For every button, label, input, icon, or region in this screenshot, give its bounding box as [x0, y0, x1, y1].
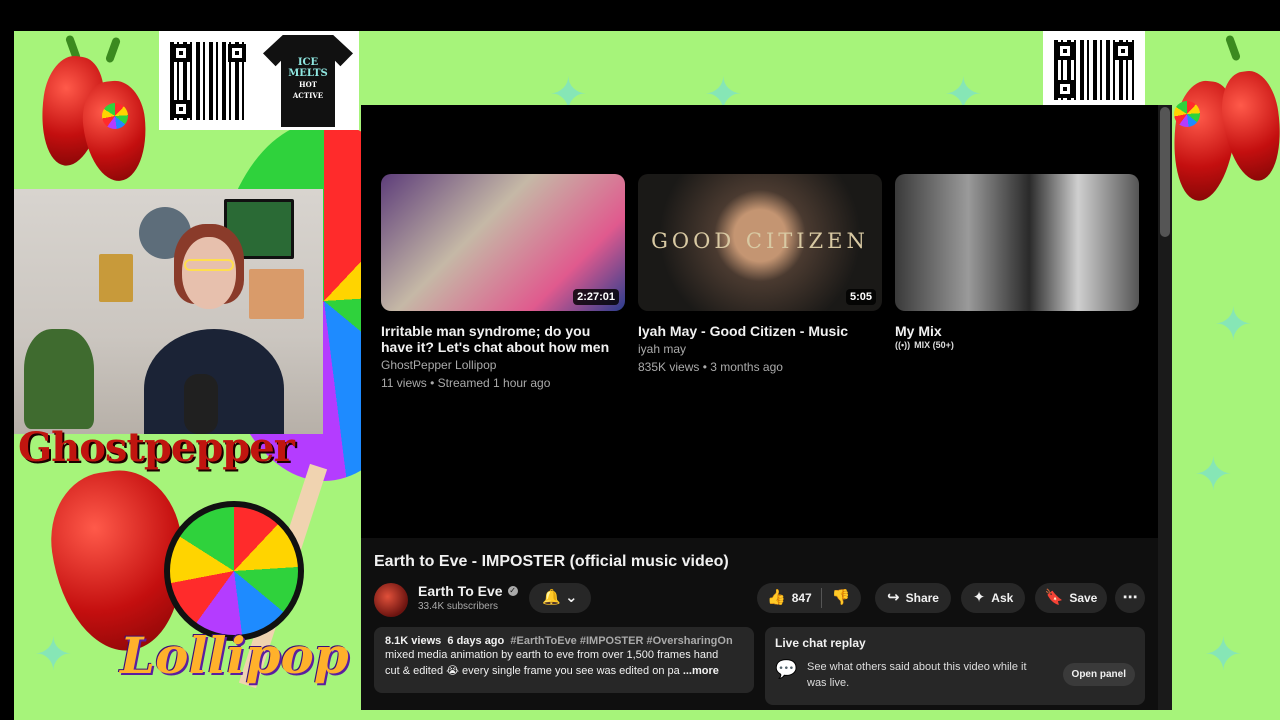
video-duration: 2:27:01 — [573, 289, 619, 305]
more-actions-button[interactable]: ⋯ — [1115, 583, 1145, 613]
video-meta: 11 views • Streamed 1 hour ago — [381, 376, 551, 390]
like-icon: 👍 — [767, 589, 786, 606]
video-endscreen: 2:27:01 Irritable man syndrome; do you h… — [361, 105, 1158, 538]
video-thumbnail[interactable]: 2:27:01 — [381, 174, 625, 311]
video-meta: 835K views • 3 months ago — [638, 360, 783, 374]
qr-code[interactable] — [1051, 37, 1137, 103]
lollipop-logo-image — [164, 501, 304, 641]
webcam-feed — [14, 189, 323, 434]
share-label: Share — [905, 591, 939, 605]
tshirt-text: ICE MELTS HOT ACTIVE — [283, 57, 333, 101]
channel-name-text[interactable]: Earth To Eve — [418, 583, 503, 599]
recommended-video-card[interactable]: 2:27:01 Irritable man syndrome; do you h… — [381, 174, 625, 391]
more-icon: ⋯ — [1122, 589, 1138, 606]
save-label: Save — [1069, 591, 1098, 605]
live-chat-title: Live chat replay — [775, 636, 866, 650]
pepper-image — [78, 78, 152, 184]
wall-art — [249, 269, 304, 319]
verified-icon: ✓ — [507, 586, 518, 596]
thumbnail-text: GOOD CITIZEN — [651, 229, 869, 253]
bookmark-icon: 🔖 — [1044, 589, 1064, 606]
streamer-glasses — [184, 259, 234, 271]
live-chat-row: 💬 See what others said about this video … — [775, 659, 1135, 691]
scrollbar-thumb[interactable] — [1160, 107, 1170, 237]
view-count: 8.1K views — [385, 635, 442, 647]
plant — [24, 329, 94, 429]
notification-button[interactable]: 🔔 ⌄ — [529, 583, 591, 613]
mix-icon: ((•)) — [895, 340, 911, 350]
show-more-link[interactable]: ...more — [683, 665, 719, 677]
sparkle-icon: ✦ — [972, 589, 986, 606]
tshirt-text-line: ICE — [297, 57, 319, 68]
live-chat-text: See what others said about this video wh… — [807, 661, 1027, 689]
description-box[interactable]: 8.1K views 6 days ago #EarthToEve #IMPOS… — [374, 627, 754, 693]
chat-icon: 💬 — [775, 659, 798, 679]
like-count: 847 — [791, 591, 812, 605]
video-title[interactable]: Iyah May - Good Citizen - Music Video — [638, 323, 882, 339]
mix-badge: ((•)) MIX (50+) — [895, 340, 1139, 350]
description-header: 8.1K views 6 days ago #EarthToEve #IMPOS… — [385, 635, 743, 647]
bell-icon: 🔔 — [542, 589, 562, 606]
qr-corner — [1056, 80, 1074, 98]
recommended-video-card[interactable]: GOOD CITIZEN 5:05 Iyah May - Good Citize… — [638, 174, 882, 375]
wall-art — [99, 254, 133, 302]
open-panel-button[interactable]: Open panel — [1062, 663, 1135, 686]
like-dislike-group: 👍 847 👎 — [757, 583, 861, 613]
tshirt-text-line: MELTS — [288, 68, 328, 79]
sparkle-decoration: ✦ — [1204, 628, 1243, 680]
tshirt-text-line: HOT ACTIVE — [292, 80, 324, 100]
qr-corner — [172, 100, 190, 118]
upload-age: 6 days ago — [447, 635, 505, 647]
pepper-stem — [104, 36, 122, 64]
description-line-text: cut & edited 😭 every single frame you se… — [385, 665, 680, 677]
video-title-main: Earth to Eve - IMPOSTER (official music … — [374, 553, 729, 570]
scrollbar[interactable] — [1158, 105, 1172, 710]
youtube-window: 2:27:01 Irritable man syndrome; do you h… — [361, 105, 1172, 710]
share-button[interactable]: ↪ Share — [875, 583, 951, 613]
chevron-down-icon: ⌄ — [565, 589, 578, 606]
merch-qr-panel: ICE MELTS HOT ACTIVE — [159, 31, 359, 130]
qr-corner — [1114, 42, 1132, 60]
dislike-button[interactable]: 👎 — [822, 583, 860, 613]
save-button[interactable]: 🔖 Save — [1035, 583, 1107, 613]
overlay-logo-subtitle: Lollipop — [120, 626, 349, 685]
subscriber-count: 33.4K subscribers — [418, 601, 499, 612]
sparkle-decoration: ✦ — [1194, 448, 1233, 500]
video-title[interactable]: Irritable man syndrome; do you have it? … — [381, 323, 625, 355]
channel-avatar[interactable] — [374, 583, 408, 617]
live-chat-replay-box: Live chat replay 💬 See what others said … — [765, 627, 1145, 705]
channel-name[interactable]: GhostPepper Lollipop — [381, 357, 625, 373]
qr-corner — [228, 44, 246, 62]
qr-panel-right — [1043, 31, 1145, 105]
recommended-mix-card[interactable]: My Mix ((•)) MIX (50+) — [895, 174, 1139, 350]
overlay-logo-title: Ghostpepper — [18, 424, 295, 471]
qr-code[interactable] — [167, 39, 251, 123]
lollipop-image — [1174, 101, 1200, 127]
like-button[interactable]: 👍 847 — [757, 583, 821, 613]
description-line: cut & edited 😭 every single frame you se… — [385, 663, 743, 679]
sparkle-decoration: ✦ — [34, 628, 73, 680]
lollipop-image — [102, 103, 128, 129]
mix-badge-label: MIX (50+) — [914, 340, 954, 350]
channel-name-main[interactable]: Earth To Eve ✓ — [418, 583, 518, 599]
hashtags[interactable]: #EarthToEve #IMPOSTER #OversharingOn — [510, 635, 732, 647]
share-icon: ↪ — [887, 589, 900, 606]
video-duration: 5:05 — [845, 289, 876, 305]
description-line: mixed media animation by earth to eve fr… — [385, 649, 719, 661]
dislike-icon: 👎 — [831, 589, 851, 606]
video-thumbnail[interactable]: GOOD CITIZEN 5:05 — [638, 174, 882, 311]
channel-name[interactable]: iyah may — [638, 341, 882, 357]
ask-label: Ask — [991, 591, 1014, 605]
qr-corner — [1056, 42, 1074, 60]
mix-title[interactable]: My Mix — [895, 323, 1139, 339]
mix-thumbnail[interactable] — [895, 174, 1139, 311]
sparkle-decoration: ✦ — [1214, 298, 1253, 350]
streamer-face — [182, 237, 236, 309]
qr-corner — [172, 44, 190, 62]
pepper-stem — [1224, 34, 1242, 62]
ask-button[interactable]: ✦ Ask — [961, 583, 1025, 613]
